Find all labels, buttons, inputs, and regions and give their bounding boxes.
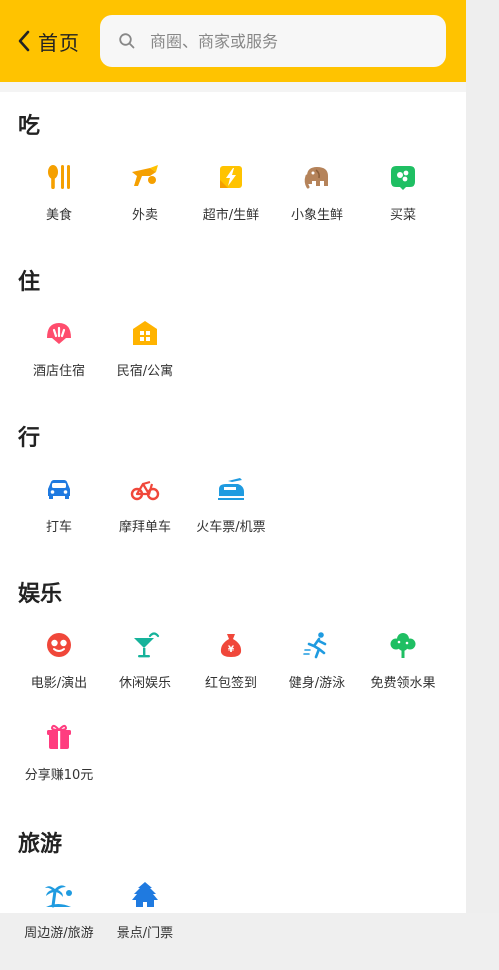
- category-label: 打车: [45, 520, 72, 535]
- category-label: 红包签到: [204, 676, 257, 691]
- train-icon: [218, 478, 244, 500]
- category-item-train-flight[interactable]: 火车票/机票: [188, 464, 274, 554]
- side-margin: [466, 0, 499, 913]
- apartment-icon: [133, 321, 157, 345]
- category-label: 分享赚10元: [24, 768, 94, 783]
- car-icon: [48, 480, 70, 499]
- back-label: 首页: [38, 30, 80, 55]
- bike-icon: [130, 480, 160, 501]
- category-item-elephant-fresh[interactable]: 小象生鲜: [274, 152, 360, 242]
- vegetable-icon: [391, 166, 415, 190]
- category-page: 首页 吃 美食: [0, 0, 466, 941]
- category-label: 美食: [45, 208, 72, 223]
- category-item-share-earn[interactable]: 分享赚10元: [16, 712, 102, 804]
- category-item-nearby-travel[interactable]: 周边游/旅游: [16, 870, 102, 960]
- category-item-supermarket[interactable]: 超市/生鲜: [188, 152, 274, 242]
- section-grid-tourism: 周边游/旅游 景点/门票: [0, 862, 466, 970]
- fork-knife-icon: [48, 165, 70, 189]
- section-title-tourism: 旅游: [18, 832, 63, 857]
- category-item-food[interactable]: 美食: [16, 152, 102, 242]
- category-item-movie[interactable]: 电影/演出: [16, 620, 102, 712]
- search-bar[interactable]: [100, 15, 446, 67]
- category-item-taxi[interactable]: 打车: [16, 464, 102, 554]
- category-label: 民宿/公寓: [116, 364, 174, 379]
- svg-text:¥: ¥: [228, 645, 235, 655]
- supermarket-icon: [220, 166, 242, 188]
- category-label: 火车票/机票: [196, 520, 266, 535]
- category-label: 休闲娱乐: [118, 676, 171, 691]
- category-item-fitness[interactable]: 健身/游泳: [274, 620, 360, 712]
- category-item-mobike[interactable]: 摩拜单车: [102, 464, 188, 554]
- category-label: 周边游/旅游: [24, 926, 94, 941]
- section-grid-stay: 酒店住宿 民宿/公寓: [0, 300, 466, 408]
- cocktail-icon: [134, 632, 160, 658]
- gift-icon: [47, 724, 71, 749]
- section-grid-entertainment: 电影/演出 休闲娱乐 ¥ 红包签到 健身/游泳 免费领水果 分享赚10元: [0, 612, 466, 814]
- category-label: 电影/演出: [30, 676, 88, 691]
- back-button[interactable]: 首页: [16, 27, 80, 56]
- category-item-hotel[interactable]: 酒店住宿: [16, 308, 102, 398]
- section-title-stay: 住: [18, 270, 41, 295]
- elephant-icon: [304, 167, 328, 189]
- category-item-free-fruit[interactable]: 免费领水果: [360, 620, 446, 712]
- runner-icon: [303, 632, 327, 659]
- search-input[interactable]: [148, 30, 372, 52]
- category-item-grocery[interactable]: 买菜: [360, 152, 446, 242]
- category-label: 健身/游泳: [288, 676, 346, 691]
- category-item-leisure[interactable]: 休闲娱乐: [102, 620, 188, 712]
- category-label: 免费领水果: [370, 676, 436, 691]
- category-item-red-packet[interactable]: ¥ 红包签到: [188, 620, 274, 712]
- header-divider: [0, 82, 466, 92]
- search-icon: [119, 33, 135, 49]
- category-label: 买菜: [389, 208, 416, 223]
- chevron-left-icon: [18, 30, 30, 52]
- category-item-apartment[interactable]: 民宿/公寓: [102, 308, 188, 398]
- palm-tree-icon: [45, 885, 72, 908]
- section-grid-eat: 美食 外卖 超市/生鲜 小象生鲜 买菜: [0, 144, 466, 252]
- category-item-attractions[interactable]: 景点/门票: [102, 870, 188, 960]
- top-bar: 首页: [0, 0, 466, 82]
- hotel-icon: [47, 323, 71, 344]
- temple-icon: [132, 882, 158, 907]
- category-label: 超市/生鲜: [202, 208, 260, 223]
- category-label: 摩拜单车: [118, 520, 171, 535]
- section-grid-travel: 打车 摩拜单车 火车票/机票: [0, 456, 466, 564]
- category-label: 酒店住宿: [32, 364, 85, 379]
- delivery-icon: [132, 165, 158, 186]
- section-title-entertainment: 娱乐: [18, 582, 63, 607]
- category-list: 吃 美食 外卖 超市/生鲜 小象生鲜 买菜 住 酒店住宿 民宿/公寓 行 打车 …: [0, 92, 466, 970]
- category-item-delivery[interactable]: 外卖: [102, 152, 188, 242]
- tree-icon: [390, 633, 416, 658]
- section-title-travel: 行: [18, 426, 41, 451]
- category-label: 小象生鲜: [290, 208, 343, 223]
- money-bag-icon: ¥: [220, 634, 242, 657]
- category-label: 景点/门票: [116, 926, 174, 941]
- category-label: 外卖: [131, 208, 158, 223]
- movie-icon: [47, 633, 71, 657]
- section-title-eat: 吃: [18, 114, 41, 139]
